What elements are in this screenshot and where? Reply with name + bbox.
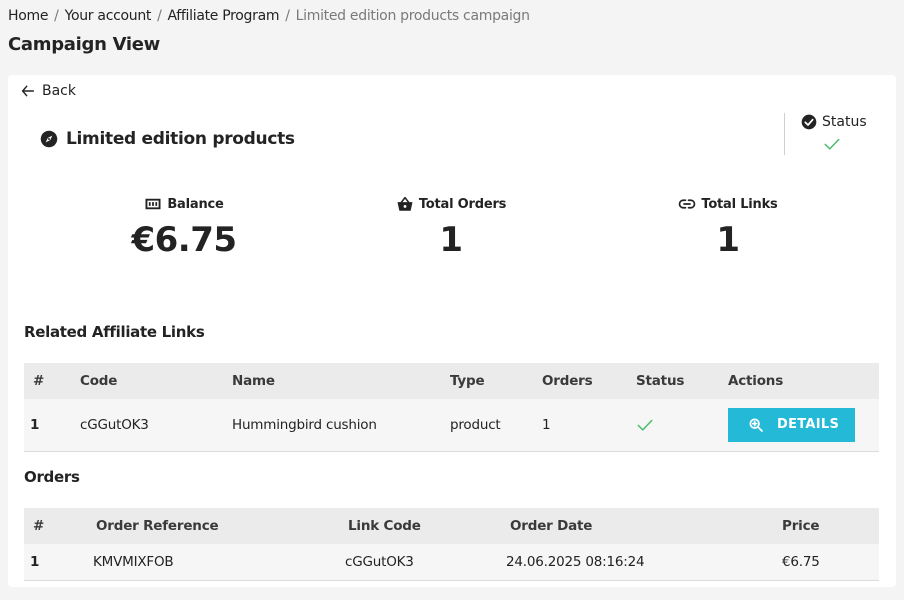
campaign-status: Status	[784, 113, 885, 155]
check-circle-icon	[801, 114, 817, 130]
stat-total-links: Total Links 1	[628, 195, 828, 260]
basket-icon	[397, 196, 413, 211]
total-links-value: 1	[716, 220, 740, 260]
stat-total-orders: Total Orders 1	[351, 195, 551, 260]
check-icon	[637, 419, 653, 431]
table-header-row: # Order Reference Link Code Order Date P…	[24, 508, 879, 544]
column-header: Type	[450, 363, 542, 399]
link-actions: DETAILS	[728, 399, 879, 452]
table-row: 1 KMVMIXFOB cGGutOK3 24.06.2025 08:16:24…	[24, 544, 879, 581]
row-number: 1	[24, 544, 90, 581]
link-status	[636, 399, 728, 452]
stat-balance: Balance €6.75	[84, 195, 284, 261]
breadcrumb-home[interactable]: Home	[8, 8, 48, 24]
details-label: DETAILS	[777, 417, 840, 433]
page-title: Campaign View	[8, 34, 161, 55]
column-header: Price	[776, 508, 879, 544]
status-label: Status	[822, 114, 867, 130]
column-header: #	[24, 363, 80, 399]
breadcrumb-current: Limited edition products campaign	[295, 8, 530, 24]
table-row: 1 cGGutOK3 Hummingbird cushion product 1	[24, 399, 879, 452]
orders-table: # Order Reference Link Code Order Date P…	[24, 508, 879, 581]
column-header: Name	[232, 363, 450, 399]
order-reference: KMVMIXFOB	[90, 544, 342, 581]
order-link-code: cGGutOK3	[342, 544, 506, 581]
column-header: Actions	[728, 363, 879, 399]
compass-icon	[40, 130, 58, 148]
balance-label: Balance	[167, 196, 224, 212]
column-header: Status	[636, 363, 728, 399]
campaign-name: Limited edition products	[66, 129, 295, 149]
campaign-card: Back Limited edition products Status Bal…	[8, 75, 896, 587]
breadcrumb-affiliate-program[interactable]: Affiliate Program	[168, 8, 280, 24]
campaign-heading: Limited edition products	[40, 129, 295, 149]
search-plus-icon	[749, 418, 763, 432]
related-links-title: Related Affiliate Links	[24, 323, 205, 341]
total-orders-label: Total Orders	[418, 196, 507, 212]
balance-value: €6.75	[131, 220, 237, 260]
column-header: #	[24, 508, 90, 544]
link-type: product	[450, 399, 542, 452]
link-icon	[679, 199, 696, 209]
link-code: cGGutOK3	[80, 399, 232, 452]
column-header: Code	[80, 363, 232, 399]
breadcrumb: Home / Your account / Affiliate Program / Limi…	[8, 7, 530, 25]
affiliate-links-table: # Code Name Type Orders Status Actions 1…	[24, 363, 879, 452]
column-header: Orders	[542, 363, 636, 399]
breadcrumb-your-account[interactable]: Your account	[65, 8, 152, 24]
orders-title: Orders	[24, 468, 80, 486]
back-button[interactable]: Back	[20, 83, 76, 99]
column-header: Order Date	[506, 508, 776, 544]
total-links-label: Total Links	[701, 196, 778, 212]
table-header-row: # Code Name Type Orders Status Actions	[24, 363, 879, 399]
breadcrumb-separator: /	[157, 8, 162, 24]
column-header: Order Reference	[90, 508, 342, 544]
arrow-left-icon	[21, 85, 35, 97]
breadcrumb-separator: /	[285, 8, 290, 24]
breadcrumb-separator: /	[54, 8, 59, 24]
order-price: €6.75	[776, 544, 879, 581]
order-date: 24.06.2025 08:16:24	[506, 544, 776, 581]
link-name: Hummingbird cushion	[232, 399, 450, 452]
back-label: Back	[42, 83, 76, 99]
status-label-row: Status	[801, 114, 867, 130]
row-number: 1	[24, 399, 80, 452]
column-header: Link Code	[342, 508, 506, 544]
total-orders-value: 1	[439, 220, 463, 260]
details-button[interactable]: DETAILS	[728, 407, 856, 442]
link-orders: 1	[542, 399, 636, 452]
cash-icon	[145, 198, 161, 210]
check-icon	[824, 138, 840, 150]
